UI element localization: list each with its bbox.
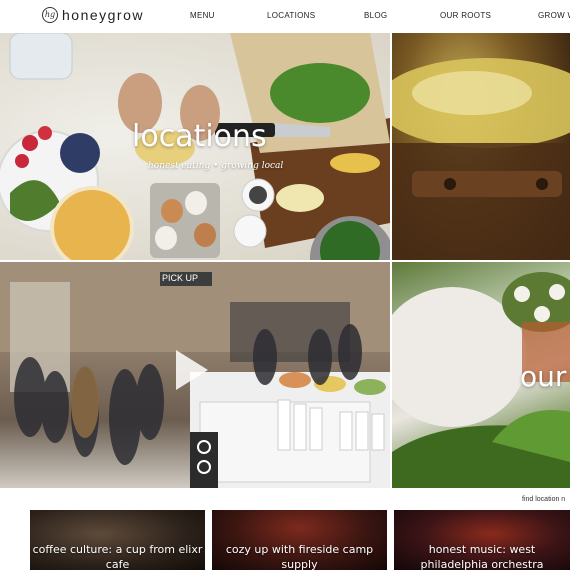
locations-subtitle: honest eating • growing local [148,161,284,171]
nav-item-grow[interactable]: GROW W [538,11,570,20]
nav-item-menu[interactable]: MENU [190,11,215,20]
blog-card-title: coffee culture: a cup from elixr cafe [32,543,203,570]
nav-item-our-roots[interactable]: OUR ROOTS [440,11,491,20]
blog-card-title: honest music: west philadelphia orchestr… [420,543,544,570]
blog-card-coffee[interactable]: coffee culture: a cup from elixr cafe [30,510,205,570]
our-roots-title: our [520,360,567,393]
blog-card-title: cozy up with fireside camp supply [225,543,374,570]
locations-tile[interactable]: locations honest eating • growing local [0,33,390,260]
play-icon[interactable] [176,350,208,390]
nav-item-locations[interactable]: LOCATIONS [267,11,315,20]
our-roots-tile[interactable]: our [392,262,570,488]
soup-pot-tile[interactable] [392,33,570,260]
blog-card-music[interactable]: honest music: west philadelphia orchestr… [394,510,570,570]
blog-card-fireside[interactable]: cozy up with fireside camp supply [212,510,387,570]
soup-pot-illustration [392,58,570,260]
pick-up-sign: PICK UP [162,273,199,283]
logo[interactable]: hg honeygrow [42,7,144,23]
find-location-link[interactable]: find location n [522,496,565,503]
logo-mark-icon: hg [42,7,58,23]
logo-text: honeygrow [62,7,144,23]
site-header: hg honeygrow MENU LOCATIONS BLOG OUR ROO… [0,0,570,32]
locations-title: locations [132,119,267,154]
nav-item-blog[interactable]: BLOG [364,11,387,20]
